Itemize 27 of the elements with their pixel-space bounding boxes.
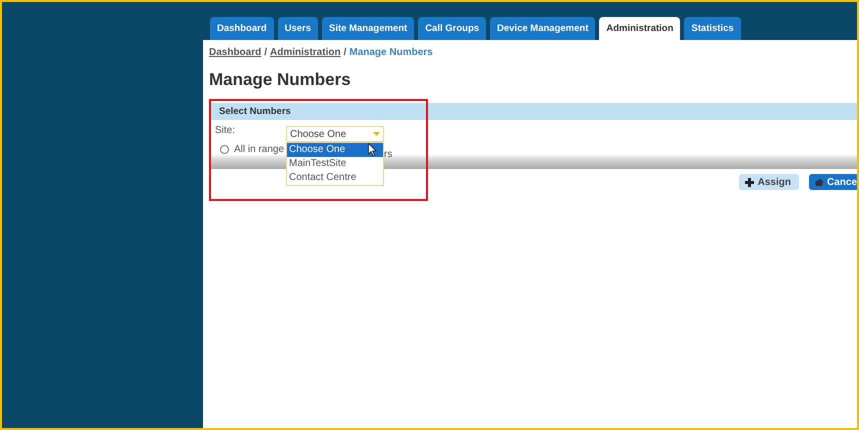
breadcrumb-link[interactable]: Administration: [270, 46, 341, 58]
page-title: Manage Numbers: [209, 70, 352, 90]
nav-tab[interactable]: Users: [278, 17, 318, 40]
dropdown-option[interactable]: MainTestSite: [287, 157, 383, 171]
cancel-button[interactable]: Cance: [808, 174, 857, 190]
plus-icon: [744, 178, 754, 186]
nav-tab[interactable]: Administration: [599, 17, 680, 40]
radio-button[interactable]: [220, 145, 229, 154]
radio-label-fragment: rs: [384, 149, 392, 160]
cancel-icon: [814, 178, 823, 186]
caret-icon: [373, 132, 380, 136]
breadcrumb-separator: /: [264, 46, 268, 58]
panel-header: Select Numbers: [210, 103, 857, 120]
nav-tab[interactable]: Site Management: [322, 17, 414, 40]
dropdown-option[interactable]: Contact Centre: [287, 171, 383, 185]
nav-tab[interactable]: Dashboard: [210, 17, 274, 40]
breadcrumb-separator: /: [344, 46, 346, 58]
nav-tab[interactable]: Device Management: [490, 17, 596, 40]
site-select[interactable]: Choose One: [286, 126, 384, 142]
nav-tab[interactable]: Statistics: [684, 17, 741, 40]
breadcrumb-link[interactable]: Dashboard: [209, 46, 262, 58]
radio-label: All in range: [234, 144, 284, 155]
breadcrumb-current: Manage Numbers: [349, 46, 433, 58]
site-label: Site:: [215, 125, 236, 136]
nav-tab[interactable]: Call Groups: [418, 17, 486, 40]
dropdown-option[interactable]: Choose One: [287, 143, 383, 157]
assign-button[interactable]: Assign: [738, 174, 799, 190]
